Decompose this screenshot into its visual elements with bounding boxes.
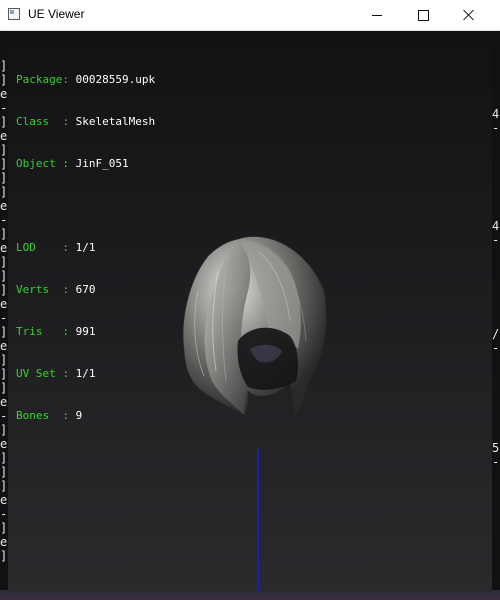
close-button[interactable] <box>446 0 492 30</box>
info-row-lod: LOD : 1/1 <box>16 241 155 255</box>
z-axis-line <box>257 449 259 592</box>
info-row-verts: Verts : 670 <box>16 283 155 297</box>
info-row-bones: Bones : 9 <box>16 409 155 423</box>
mesh-info-panel: Package: 00028559.upk Class : SkeletalMe… <box>16 45 155 451</box>
info-label: Object : <box>16 157 69 170</box>
minimize-icon <box>372 14 382 16</box>
info-value: 1/1 <box>75 241 96 254</box>
info-row-object: Object : JinF_051 <box>16 157 155 171</box>
info-value: JinF_051 <box>75 157 129 170</box>
info-value: 1/1 <box>75 367 96 380</box>
3d-viewport[interactable]: Package: 00028559.upk Class : SkeletalMe… <box>8 31 492 592</box>
info-value: 991 <box>75 325 96 338</box>
info-row-uvset: UV Set : 1/1 <box>16 367 155 381</box>
info-value: 9 <box>75 409 83 422</box>
minimize-button[interactable] <box>354 0 400 30</box>
info-label: Package: <box>16 73 69 86</box>
info-value: 00028559.upk <box>75 73 156 86</box>
info-label: LOD : <box>16 241 69 254</box>
ue-viewer-window: UE Viewer Package: 00028559.upk Class : … <box>0 0 500 592</box>
info-label: UV Set : <box>16 367 69 380</box>
info-value: SkeletalMesh <box>75 115 156 128</box>
info-value: 670 <box>75 283 96 296</box>
info-label: Tris : <box>16 325 69 338</box>
info-label: Class : <box>16 115 69 128</box>
maximize-icon <box>417 9 429 21</box>
window-title: UE Viewer <box>28 7 85 21</box>
title-bar[interactable]: UE Viewer <box>0 0 500 31</box>
hair-mesh-model <box>182 236 327 416</box>
info-row-package: Package: 00028559.upk <box>16 73 155 87</box>
info-label: Verts : <box>16 283 69 296</box>
info-label: Bones : <box>16 409 69 422</box>
info-row-tris: Tris : 991 <box>16 325 155 339</box>
app-window-icon <box>8 8 20 20</box>
info-row-class: Class : SkeletalMesh <box>16 115 155 129</box>
close-icon <box>463 9 475 21</box>
maximize-button[interactable] <box>400 0 446 30</box>
